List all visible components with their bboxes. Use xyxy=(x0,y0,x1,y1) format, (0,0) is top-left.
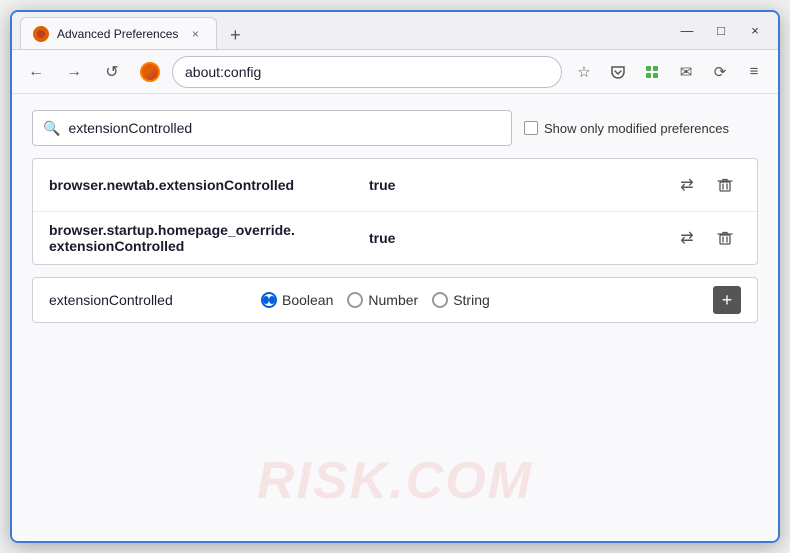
radio-number-label: Number xyxy=(368,292,418,308)
search-input[interactable] xyxy=(68,120,501,136)
close-button[interactable]: × xyxy=(740,20,770,42)
forward-button[interactable]: → xyxy=(58,56,90,88)
radio-string-circle xyxy=(432,292,448,308)
pref-value-2: true xyxy=(369,230,671,246)
maximize-button[interactable]: □ xyxy=(706,20,736,42)
window-controls: — □ × xyxy=(672,20,770,42)
delete-button-1[interactable] xyxy=(709,169,741,201)
minimize-button[interactable]: — xyxy=(672,20,702,42)
add-preference-button[interactable]: + xyxy=(713,286,741,314)
mail-icon[interactable]: ✉ xyxy=(670,56,702,88)
tab-close-button[interactable]: × xyxy=(186,25,204,43)
radio-boolean[interactable]: Boolean xyxy=(261,292,333,308)
new-pref-name: extensionControlled xyxy=(49,292,249,308)
tab-area: Advanced Preferences × + xyxy=(20,12,672,49)
active-tab[interactable]: Advanced Preferences × xyxy=(20,17,217,49)
firefox-icon xyxy=(140,62,160,82)
pocket-icon[interactable] xyxy=(602,56,634,88)
bookmark-icon[interactable]: ☆ xyxy=(568,56,600,88)
watermark: RISK.COM xyxy=(257,451,533,511)
extension-icon[interactable] xyxy=(636,56,668,88)
reload-button[interactable]: ↺ xyxy=(96,56,128,88)
radio-boolean-circle xyxy=(261,292,277,308)
tab-favicon xyxy=(33,26,49,42)
content-area: RISK.COM 🔍 Show only modified preference… xyxy=(12,94,778,541)
radio-string[interactable]: String xyxy=(432,292,490,308)
search-box[interactable]: 🔍 xyxy=(32,110,512,146)
toggle-button-2[interactable]: ⇄ xyxy=(671,222,703,254)
toolbar-icons: ☆ ✉ ⟳ ≡ xyxy=(568,56,770,88)
pref-name-line1: browser.startup.homepage_override. xyxy=(49,222,295,238)
results-table: browser.newtab.extensionControlled true … xyxy=(32,158,758,265)
tab-title: Advanced Preferences xyxy=(57,27,178,41)
add-preference-row: extensionControlled Boolean Number Strin… xyxy=(32,277,758,323)
search-icon: 🔍 xyxy=(43,120,60,137)
show-modified-label: Show only modified preferences xyxy=(544,121,729,136)
show-modified-container[interactable]: Show only modified preferences xyxy=(524,121,729,136)
trash-icon-2 xyxy=(717,230,733,246)
navigation-bar: ← → ↺ about:config ☆ xyxy=(12,50,778,94)
trash-icon-1 xyxy=(717,177,733,193)
browser-window: Advanced Preferences × + — □ × ← → ↺ abo… xyxy=(10,10,780,543)
firefox-logo xyxy=(138,60,162,84)
menu-button[interactable]: ≡ xyxy=(738,56,770,88)
pref-name-line2: extensionControlled xyxy=(49,238,184,254)
new-tab-button[interactable]: + xyxy=(221,21,249,49)
radio-number[interactable]: Number xyxy=(347,292,418,308)
table-row: browser.newtab.extensionControlled true … xyxy=(33,159,757,212)
row-actions-1: ⇄ xyxy=(671,169,741,201)
radio-string-label: String xyxy=(453,292,490,308)
toggle-icon-2: ⇄ xyxy=(680,228,693,248)
toggle-button-1[interactable]: ⇄ xyxy=(671,169,703,201)
toggle-icon-1: ⇄ xyxy=(680,175,693,195)
title-bar: Advanced Preferences × + — □ × xyxy=(12,12,778,50)
show-modified-checkbox[interactable] xyxy=(524,121,538,135)
radio-boolean-label: Boolean xyxy=(282,292,333,308)
account-icon[interactable]: ⟳ xyxy=(704,56,736,88)
pref-value-1: true xyxy=(369,177,671,193)
row-actions-2: ⇄ xyxy=(671,222,741,254)
delete-button-2[interactable] xyxy=(709,222,741,254)
address-text: about:config xyxy=(185,64,261,80)
pref-name-1: browser.newtab.extensionControlled xyxy=(49,177,369,193)
pref-name-2: browser.startup.homepage_override. exten… xyxy=(49,222,369,254)
table-row: browser.startup.homepage_override. exten… xyxy=(33,212,757,264)
back-button[interactable]: ← xyxy=(20,56,52,88)
type-radio-group: Boolean Number String xyxy=(261,292,701,308)
radio-number-circle xyxy=(347,292,363,308)
search-container: 🔍 Show only modified preferences xyxy=(32,110,758,146)
address-bar[interactable]: about:config xyxy=(172,56,562,88)
